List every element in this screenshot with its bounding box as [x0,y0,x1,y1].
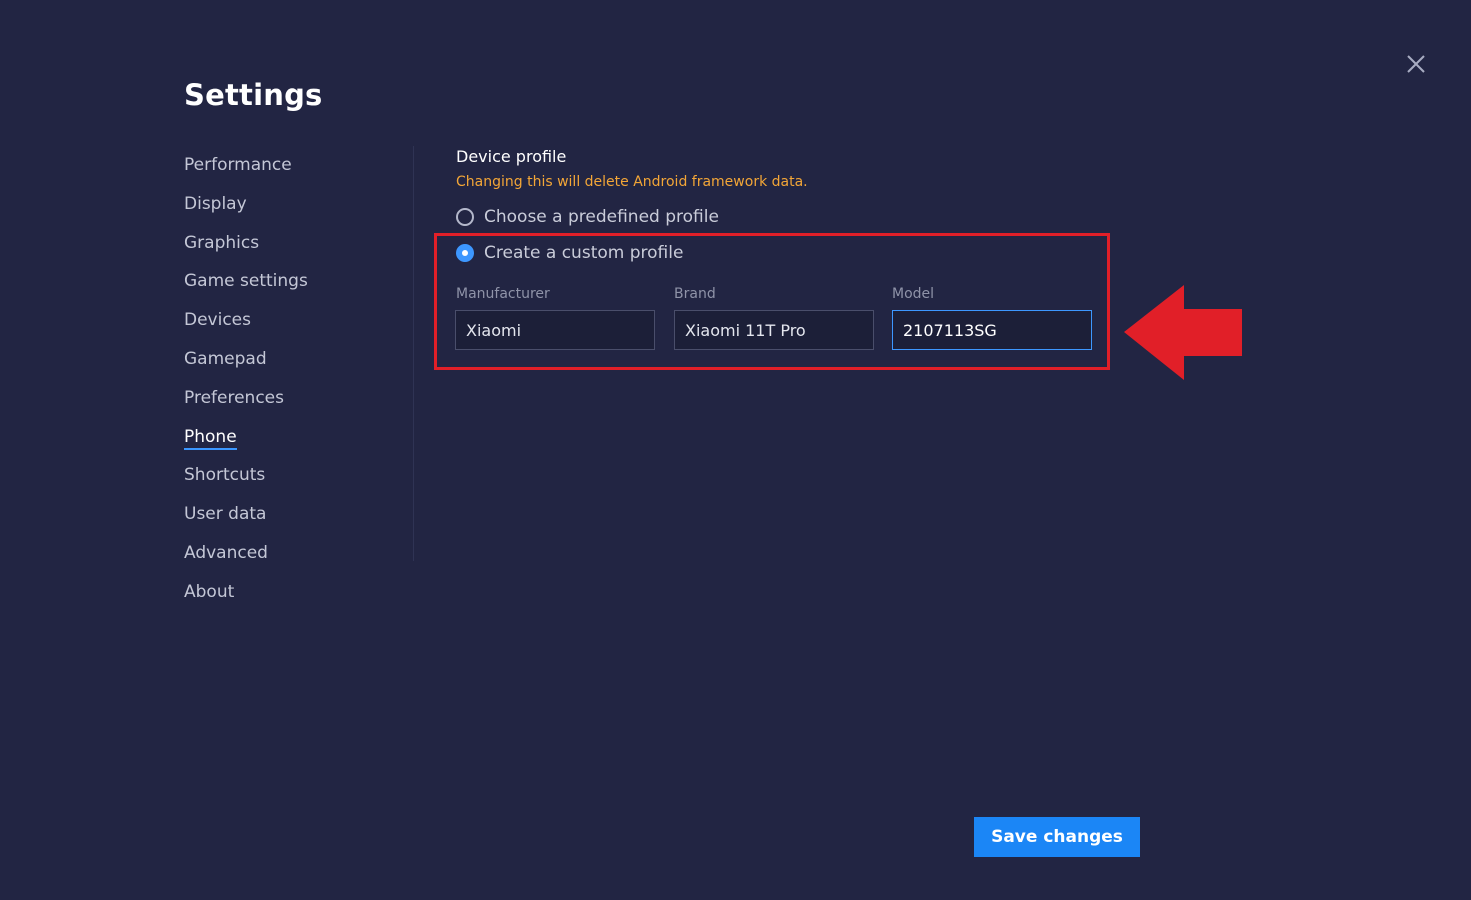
model-field[interactable] [892,310,1092,350]
page-title: Settings [184,78,323,112]
manufacturer-label: Manufacturer [456,286,550,302]
sidebar-item-user-data[interactable]: User data [184,495,404,534]
sidebar-item-game-settings[interactable]: Game settings [184,262,404,301]
sidebar-item-phone[interactable]: Phone [184,418,404,457]
brand-field[interactable] [674,310,874,350]
sidebar-item-gamepad[interactable]: Gamepad [184,340,404,379]
sidebar-item-advanced[interactable]: Advanced [184,534,404,573]
section-title: Device profile [456,147,567,166]
sidebar-item-devices[interactable]: Devices [184,301,404,340]
sidebar-item-about[interactable]: About [184,573,404,612]
sidebar-item-preferences[interactable]: Preferences [184,379,404,418]
sidebar-item-label: About [184,581,235,602]
save-changes-button[interactable]: Save changes [974,817,1140,857]
radio-button[interactable] [456,208,474,226]
radio-label: Choose a predefined profile [484,207,719,227]
brand-label: Brand [674,286,716,302]
red-arrow-icon [1124,285,1242,380]
sidebar-item-graphics[interactable]: Graphics [184,224,404,263]
sidebar-item-performance[interactable]: Performance [184,146,404,185]
sidebar-item-label: Display [184,193,247,214]
radio-predefined-profile[interactable]: Choose a predefined profile [456,207,719,227]
sidebar-item-label: Preferences [184,387,284,408]
sidebar-item-shortcuts[interactable]: Shortcuts [184,456,404,495]
close-button[interactable] [1402,50,1430,78]
sidebar-item-label: Graphics [184,232,260,253]
sidebar-item-label: User data [184,504,267,525]
settings-sidebar: Performance Display Graphics Game settin… [184,146,404,612]
model-label: Model [892,286,935,302]
manufacturer-field[interactable] [455,310,655,350]
sidebar-item-label: Game settings [184,271,308,292]
warning-text: Changing this will delete Android framew… [456,174,808,190]
sidebar-item-display[interactable]: Display [184,185,404,224]
sidebar-item-label: Performance [184,155,292,175]
close-icon [1407,55,1425,73]
sidebar-item-label: Devices [184,310,251,331]
sidebar-item-label: Shortcuts [184,465,266,486]
sidebar-divider [413,146,414,561]
sidebar-item-label: Gamepad [184,348,267,369]
sidebar-item-label: Phone [184,426,237,450]
sidebar-item-label: Advanced [184,542,268,563]
